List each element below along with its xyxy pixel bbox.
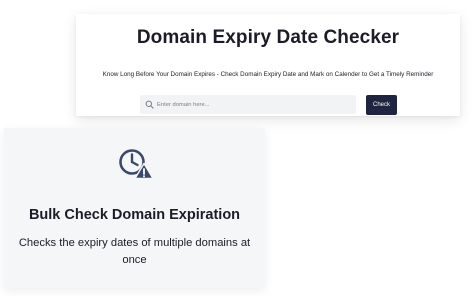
page: Domain Expiry Date Checker Know Long Bef… [0, 0, 474, 296]
domain-checker-card: Domain Expiry Date Checker Know Long Bef… [76, 14, 460, 116]
page-subtitle: Know Long Before Your Domain Expires - C… [102, 71, 434, 78]
page-title: Domain Expiry Date Checker [136, 27, 400, 48]
bulk-check-title: Bulk Check Domain Expiration [28, 207, 241, 223]
bulk-check-description: Checks the expiry dates of multiple doma… [18, 237, 251, 266]
domain-search-field[interactable] [140, 95, 356, 114]
bulk-check-card: Bulk Check Domain Expiration Checks the … [4, 128, 265, 288]
check-button[interactable]: Check [366, 95, 397, 115]
clock-warning-icon [119, 149, 154, 180]
search-icon [145, 100, 154, 109]
domain-input[interactable] [157, 95, 347, 114]
